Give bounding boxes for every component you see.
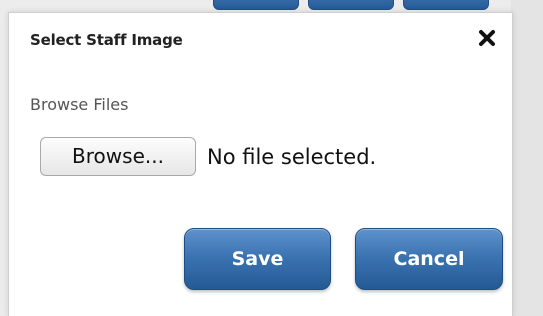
background-button [213, 0, 299, 10]
close-button[interactable] [476, 27, 498, 49]
page-background: Select Staff Image Browse Files Browse..… [0, 0, 543, 316]
save-button[interactable]: Save [184, 228, 331, 290]
background-button [403, 0, 489, 10]
cancel-button[interactable]: Cancel [355, 228, 503, 290]
select-staff-image-dialog: Select Staff Image Browse Files Browse..… [8, 12, 513, 316]
background-panel [511, 0, 543, 316]
background-button [308, 0, 394, 10]
dialog-title: Select Staff Image [30, 31, 183, 49]
file-status-text: No file selected. [207, 145, 377, 169]
browse-files-label: Browse Files [30, 95, 129, 114]
browse-button[interactable]: Browse... [40, 137, 196, 176]
close-x-icon [479, 30, 495, 46]
